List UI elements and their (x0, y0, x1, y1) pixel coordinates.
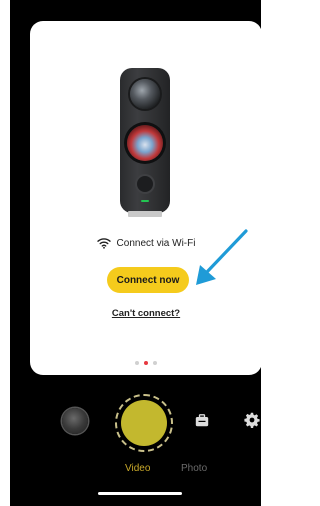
connect-now-button[interactable]: Connect now (107, 267, 189, 293)
arrow-icon (196, 229, 248, 285)
page-dot (153, 361, 157, 365)
wifi-label: Connect via Wi-Fi (116, 237, 196, 249)
phone-screen: Connect via Wi-Fi Connect now Can't conn… (10, 0, 261, 506)
camera-illustration (120, 68, 170, 217)
shutter-button[interactable] (115, 394, 173, 452)
wifi-icon (96, 238, 111, 249)
shutter-button-inner (121, 400, 167, 446)
camera-shutter-key (137, 176, 153, 192)
gallery-thumbnail[interactable] (62, 408, 88, 434)
toolbox-icon[interactable] (195, 414, 209, 427)
cant-connect-link[interactable]: Can't connect? (30, 308, 261, 319)
page-dot (135, 361, 139, 365)
mode-photo-tab[interactable]: Photo (181, 463, 207, 474)
page-indicator (30, 361, 261, 365)
camera-lens (130, 79, 160, 109)
mode-video-tab[interactable]: Video (125, 463, 150, 474)
camera-stand (128, 211, 162, 217)
home-indicator[interactable] (98, 492, 182, 495)
page-dot-active (144, 361, 148, 365)
connect-camera-card: Connect via Wi-Fi Connect now Can't conn… (30, 21, 261, 375)
settings-gear-icon[interactable] (244, 412, 260, 428)
camera-status-led (141, 200, 149, 202)
camera-screen (127, 125, 163, 161)
